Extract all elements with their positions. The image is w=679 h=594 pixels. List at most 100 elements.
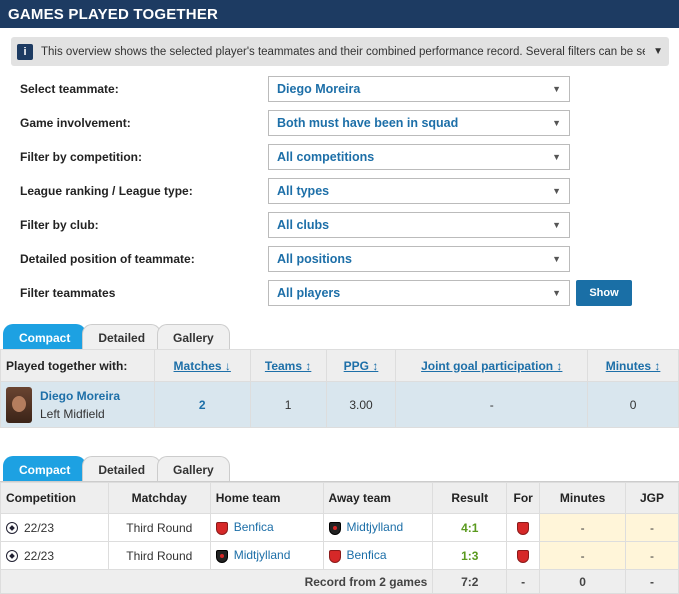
col-played-together: Played together with:	[0, 349, 155, 382]
home-team-link[interactable]: Midtjylland	[234, 548, 291, 562]
record-minutes: 0	[539, 569, 627, 594]
tab-detailed[interactable]: Detailed	[82, 324, 162, 350]
filter-teammates-row: Filter teammates All players ▼	[20, 280, 580, 306]
result-link[interactable]: 4:1	[432, 513, 508, 542]
filter-label: Filter teammates	[20, 286, 116, 300]
chevron-down-icon[interactable]: ▼	[653, 46, 663, 57]
home-team-cell: Benfica	[209, 513, 324, 542]
chevron-down-icon: ▼	[552, 254, 561, 264]
avatar[interactable]	[6, 386, 32, 423]
filter-competition-row: Filter by competition: All competitions ▼	[20, 144, 580, 170]
select-value: All clubs	[277, 218, 330, 232]
chevron-down-icon: ▼	[552, 220, 561, 230]
tab-gallery[interactable]: Gallery	[157, 324, 230, 350]
competition-cell: 22/23	[0, 541, 109, 570]
for-cell	[506, 541, 541, 570]
select-value: All types	[277, 184, 330, 198]
col-jgp[interactable]: Joint goal participation ↕	[395, 349, 589, 382]
tab-detailed[interactable]: Detailed	[82, 456, 162, 482]
minutes-value: 0	[587, 381, 679, 428]
table-row: Diego Moreira Left Midfield 2 1 3.00 - 0	[0, 381, 679, 428]
home-team-link[interactable]: Benfica	[234, 520, 274, 534]
info-banner[interactable]: i This overview shows the selected playe…	[11, 37, 669, 66]
jgp-value: -	[625, 541, 679, 570]
select-value: Both must have been in squad	[277, 116, 459, 130]
away-team-cell: Midtjylland	[322, 513, 434, 542]
show-button[interactable]: Show	[576, 280, 632, 306]
benfica-crest-icon[interactable]	[517, 549, 530, 563]
tab-compact[interactable]: Compact	[3, 456, 87, 482]
select-value: All positions	[277, 252, 352, 266]
benfica-crest-icon[interactable]	[517, 521, 530, 535]
filter-label: Filter by competition:	[20, 150, 143, 164]
jgp-value: -	[625, 513, 679, 542]
tab-compact[interactable]: Compact	[3, 324, 87, 350]
info-icon: i	[17, 43, 33, 60]
tab-gallery[interactable]: Gallery	[157, 456, 230, 482]
table-footer-row: Record from 2 games 7:2 - 0 -	[0, 569, 679, 594]
filter-label: Game involvement:	[20, 116, 131, 130]
midtjylland-crest-icon[interactable]	[328, 521, 341, 535]
player-position: Left Midfield	[40, 406, 105, 421]
position-select[interactable]: All positions ▼	[268, 246, 570, 272]
club-select[interactable]: All clubs ▼	[268, 212, 570, 238]
page-header: GAMES PLAYED TOGETHER	[0, 0, 679, 28]
matches-link[interactable]: 2	[153, 381, 251, 428]
teammates-table: Played together with: Matches ↓ Teams ↕ …	[0, 349, 679, 428]
chevron-down-icon: ▼	[552, 152, 561, 162]
col-jgp: JGP	[625, 482, 679, 514]
table-header-row: Played together with: Matches ↓ Teams ↕ …	[0, 349, 679, 382]
table-row: 22/23 Third Round Midtjylland Benfica 1:…	[0, 541, 679, 570]
view-tabs-2: Compact Detailed Gallery	[3, 456, 230, 482]
home-team-cell: Midtjylland	[209, 541, 324, 570]
info-text: This overview shows the selected player'…	[41, 45, 645, 58]
teammate-select[interactable]: Diego Moreira ▼	[268, 76, 570, 102]
competition-select[interactable]: All competitions ▼	[268, 144, 570, 170]
away-team-link[interactable]: Midtjylland	[347, 520, 404, 534]
ppg-value: 3.00	[325, 381, 397, 428]
champions-league-icon[interactable]	[6, 550, 18, 563]
filter-teammate-row: Select teammate: Diego Moreira ▼	[20, 76, 580, 102]
record-label: Record from 2 games	[0, 569, 434, 594]
league-type-select[interactable]: All types ▼	[268, 178, 570, 204]
result-link[interactable]: 1:3	[432, 541, 508, 570]
col-home-team: Home team	[209, 482, 324, 514]
view-tabs: Compact Detailed Gallery	[3, 324, 230, 350]
matchday: Third Round	[107, 513, 211, 542]
teammates-select[interactable]: All players ▼	[268, 280, 570, 306]
col-matchday: Matchday	[107, 482, 211, 514]
minutes-value: -	[539, 513, 627, 542]
jgp-value: -	[395, 381, 589, 428]
filter-label: Detailed position of teammate:	[20, 252, 195, 266]
filter-club-row: Filter by club: All clubs ▼	[20, 212, 580, 238]
matches-table: Competition Matchday Home team Away team…	[0, 482, 679, 594]
chevron-down-icon: ▼	[552, 186, 561, 196]
benfica-crest-icon[interactable]	[215, 521, 228, 535]
champions-league-icon[interactable]	[6, 522, 18, 535]
competition-cell: 22/23	[0, 513, 109, 542]
player-name-link[interactable]: Diego Moreira	[40, 389, 120, 403]
season: 22/23	[24, 548, 55, 563]
season: 22/23	[24, 520, 55, 535]
record-for: -	[506, 569, 541, 594]
benfica-crest-icon[interactable]	[328, 549, 341, 563]
select-value: All competitions	[277, 150, 375, 164]
select-value: Diego Moreira	[277, 82, 361, 96]
col-away-team: Away team	[322, 482, 434, 514]
select-value: All players	[277, 286, 341, 300]
col-minutes[interactable]: Minutes ↕	[587, 349, 679, 382]
chevron-down-icon: ▼	[552, 288, 561, 298]
midtjylland-crest-icon[interactable]	[215, 549, 228, 563]
col-ppg[interactable]: PPG ↕	[325, 349, 397, 382]
col-competition: Competition	[0, 482, 109, 514]
col-teams[interactable]: Teams ↕	[249, 349, 327, 382]
away-team-link[interactable]: Benfica	[347, 548, 387, 562]
table-header-row: Competition Matchday Home team Away team…	[0, 482, 679, 514]
col-for: For	[506, 482, 541, 514]
filter-league-type-row: League ranking / League type: All types ▼	[20, 178, 580, 204]
filter-involvement-row: Game involvement: Both must have been in…	[20, 110, 580, 136]
away-team-cell: Benfica	[322, 541, 434, 570]
col-matches[interactable]: Matches ↓	[153, 349, 251, 382]
involvement-select[interactable]: Both must have been in squad ▼	[268, 110, 570, 136]
col-minutes: Minutes	[539, 482, 627, 514]
